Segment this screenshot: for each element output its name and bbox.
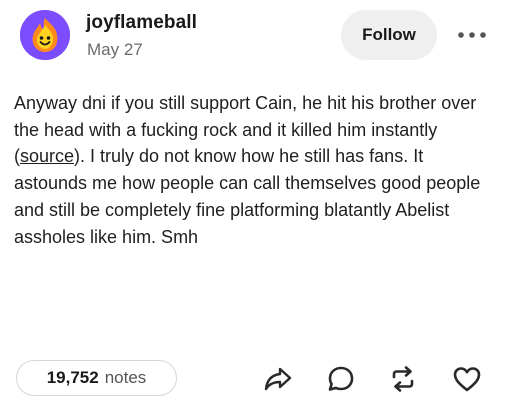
notes-count: 19,752 <box>46 368 99 387</box>
post-header: joyflameball May 27 Follow <box>0 0 512 80</box>
follow-button[interactable]: Follow <box>341 10 437 60</box>
source-link[interactable]: source <box>20 146 74 166</box>
post-footer: 19,752 notes <box>0 350 512 414</box>
notes-label: notes <box>104 368 147 387</box>
reblog-icon[interactable] <box>385 362 421 396</box>
post-body: Anyway dni if you still support Cain, he… <box>14 90 490 250</box>
username[interactable]: joyflameball <box>86 12 197 34</box>
post-text-end: ). I truly do not know how he still has … <box>14 146 481 247</box>
notes-button[interactable]: 19,752 notes <box>16 360 177 396</box>
share-icon[interactable] <box>260 362 296 396</box>
post-date: May 27 <box>87 40 143 59</box>
avatar[interactable] <box>20 10 70 60</box>
more-options-icon[interactable] <box>455 24 489 46</box>
like-icon[interactable] <box>449 362 485 396</box>
flame-smiley-icon <box>20 10 70 60</box>
reply-icon[interactable] <box>323 362 359 396</box>
